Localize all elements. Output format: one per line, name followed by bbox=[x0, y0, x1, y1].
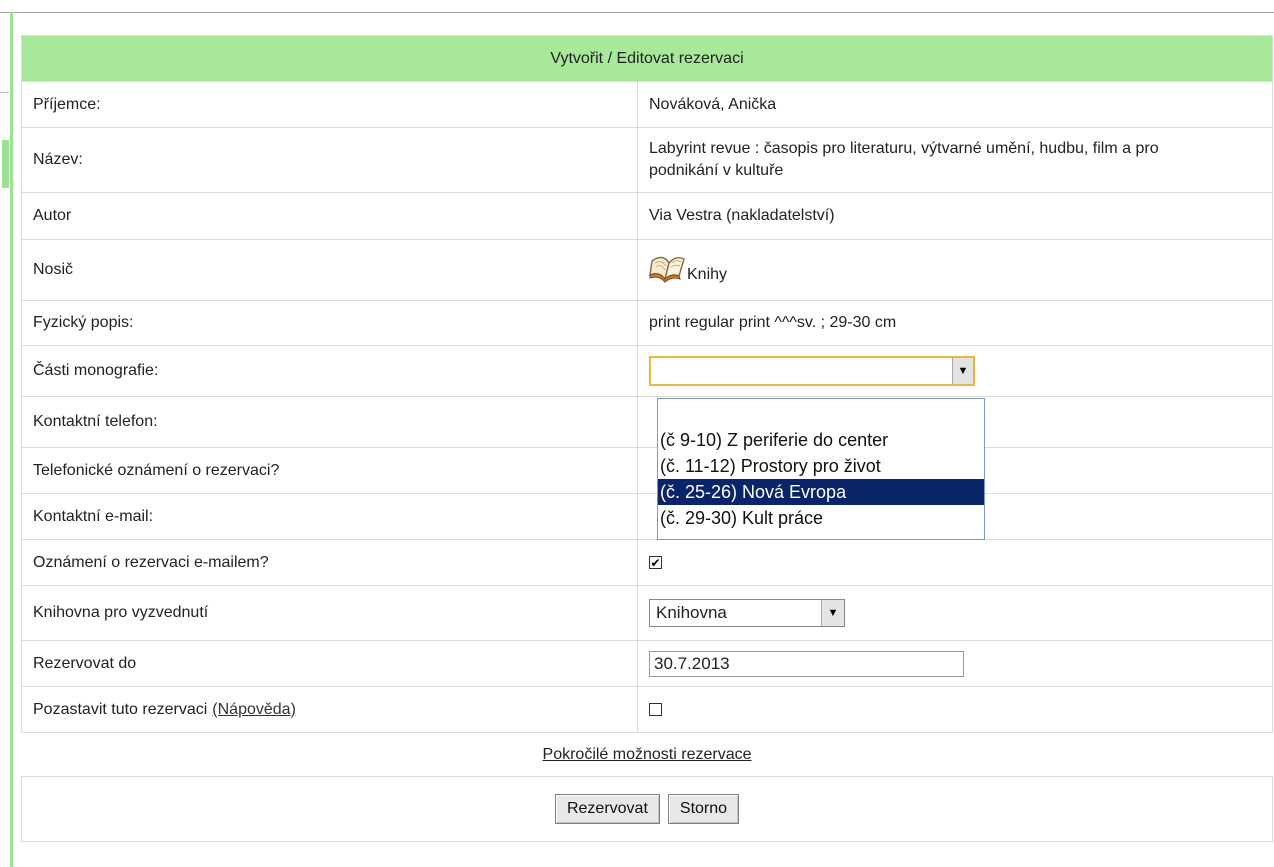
phone-notify-label: Telefonické oznámení o rezervaci? bbox=[33, 461, 280, 479]
chevron-down-icon[interactable]: ▼ bbox=[952, 358, 973, 384]
physical-value: print regular print ^^^sv. ; 29-30 cm bbox=[637, 301, 1272, 345]
row-author: Autor Via Vestra (nakladatelství) bbox=[21, 193, 1273, 240]
reservation-panel: Vytvořit / Editovat rezervaci Příjemce: … bbox=[21, 35, 1273, 842]
row-email: Kontaktní e-mail: bbox=[21, 494, 1273, 540]
row-physical: Fyzický popis: print regular print ^^^sv… bbox=[21, 301, 1273, 346]
cancel-button[interactable]: Storno bbox=[667, 794, 740, 824]
row-reserve-until: Rezervovat do 30.7.2013 bbox=[21, 641, 1273, 687]
library-value-cell: Knihovna ▼ bbox=[637, 586, 1272, 640]
parts-select-value bbox=[651, 358, 952, 384]
row-parts: Části monografie: ▼ bbox=[21, 346, 1273, 397]
library-label: Knihovna pro vyzvednutí bbox=[33, 604, 209, 621]
left-stub-line bbox=[0, 92, 9, 93]
author-value: Via Vestra (nakladatelství) bbox=[637, 193, 1272, 239]
row-phone: Kontaktní telefon: bbox=[21, 397, 1273, 448]
left-accent-bar bbox=[10, 12, 13, 867]
parts-dropdown-list: (č 9-10) Z periferie do center (č. 11-12… bbox=[657, 398, 985, 540]
suspend-value-cell bbox=[637, 687, 1272, 732]
suspend-checkbox[interactable] bbox=[649, 703, 662, 716]
row-medium: Nosič Knihy bbox=[21, 240, 1273, 301]
library-select[interactable]: Knihovna ▼ bbox=[649, 599, 845, 627]
title-value: Labyrint revue : časopis pro literaturu,… bbox=[637, 128, 1272, 192]
email-notify-checkbox[interactable]: ✔ bbox=[649, 556, 662, 569]
panel-title: Vytvořit / Editovat rezervaci bbox=[550, 49, 744, 67]
author-label: Autor bbox=[33, 207, 72, 224]
open-book-icon bbox=[649, 256, 685, 283]
button-bar: Rezervovat Storno bbox=[21, 776, 1273, 842]
reserve-until-label: Rezervovat do bbox=[33, 654, 137, 672]
dropdown-option[interactable] bbox=[658, 399, 984, 427]
chevron-down-icon[interactable]: ▼ bbox=[821, 600, 844, 626]
dropdown-option[interactable]: (č 9-10) Z periferie do center bbox=[658, 427, 984, 453]
row-recipient: Příjemce: Nováková, Anička bbox=[21, 82, 1273, 128]
parts-select[interactable]: ▼ bbox=[649, 356, 975, 386]
dropdown-option[interactable]: (č. 29-30) Kult práce bbox=[658, 505, 984, 531]
email-label: Kontaktní e-mail: bbox=[33, 507, 154, 525]
row-library: Knihovna pro vyzvednutí Knihovna ▼ bbox=[21, 586, 1273, 641]
library-select-value: Knihovna bbox=[656, 603, 727, 622]
dropdown-option[interactable]: (č. 11-12) Prostory pro život bbox=[658, 453, 984, 479]
parts-label: Části monografie: bbox=[33, 362, 159, 379]
reserve-button[interactable]: Rezervovat bbox=[554, 794, 660, 824]
phone-label: Kontaktní telefon: bbox=[33, 413, 158, 430]
title-label: Název: bbox=[33, 151, 83, 168]
recipient-value: Nováková, Anička bbox=[637, 82, 1272, 127]
help-link[interactable]: (Nápověda) bbox=[212, 701, 296, 719]
row-phone-notify: Telefonické oznámení o rezervaci? bbox=[21, 448, 1273, 494]
parts-value-cell: ▼ bbox=[637, 346, 1272, 396]
row-email-notify: Oznámení o rezervaci e-mailem? ✔ bbox=[21, 540, 1273, 586]
advanced-options-link[interactable]: Pokročilé možnosti rezervace bbox=[543, 746, 752, 764]
panel-header: Vytvořit / Editovat rezervaci bbox=[21, 35, 1273, 82]
top-divider bbox=[0, 12, 1274, 13]
reserve-until-input[interactable]: 30.7.2013 bbox=[649, 650, 964, 677]
medium-value: Knihy bbox=[687, 266, 728, 283]
suspend-label-cell: Pozastavit tuto rezervaci (Nápověda) bbox=[22, 687, 637, 732]
left-green-marker bbox=[2, 140, 9, 188]
reserve-until-value-cell: 30.7.2013 bbox=[637, 641, 1272, 686]
row-title: Název: Labyrint revue : časopis pro lite… bbox=[21, 128, 1273, 193]
medium-value-cell: Knihy bbox=[637, 240, 1272, 300]
advanced-options-row: Pokročilé možnosti rezervace bbox=[21, 733, 1273, 776]
physical-label: Fyzický popis: bbox=[33, 314, 134, 331]
medium-label: Nosič bbox=[33, 261, 74, 278]
email-notify-label: Oznámení o rezervaci e-mailem? bbox=[33, 553, 269, 571]
email-notify-value-cell: ✔ bbox=[637, 540, 1272, 585]
dropdown-option-selected[interactable]: (č. 25-26) Nová Evropa bbox=[658, 479, 984, 505]
recipient-label: Příjemce: bbox=[33, 95, 101, 113]
row-suspend: Pozastavit tuto rezervaci (Nápověda) bbox=[21, 687, 1273, 733]
suspend-label: Pozastavit tuto rezervaci bbox=[33, 700, 208, 718]
